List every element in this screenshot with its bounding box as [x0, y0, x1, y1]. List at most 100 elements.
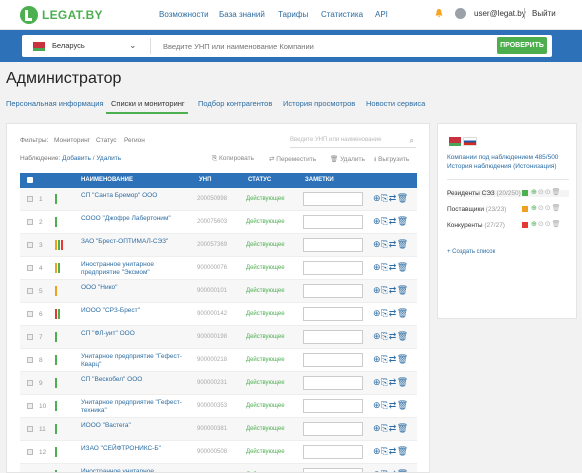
- row-checkbox[interactable]: [27, 357, 33, 363]
- nav-features[interactable]: Возможности: [159, 10, 209, 19]
- copy-icon[interactable]: ⎘: [381, 469, 389, 472]
- move-icon[interactable]: ⇄: [389, 193, 397, 203]
- download-icon[interactable]: ⊕: [531, 205, 538, 212]
- move-icon[interactable]: ⇄: [389, 423, 397, 433]
- list-name[interactable]: Резиденты СЭЗ: [447, 190, 495, 197]
- table-row[interactable]: 6 ИООО "СРЗ-Брест" 900000142 Действующее ⊕⎘⇄…: [20, 303, 417, 326]
- row-checkbox[interactable]: [27, 403, 33, 409]
- row-checkbox[interactable]: [27, 242, 33, 248]
- trash-icon[interactable]: 🗑: [397, 354, 409, 364]
- move-icon[interactable]: ⇄: [389, 262, 397, 272]
- row-checkbox[interactable]: [27, 426, 33, 432]
- table-row[interactable]: 11 ИООО "Вастега" 900000381 Действующее ⊕⎘⇄🗑: [20, 418, 417, 441]
- edit-icon[interactable]: ⊙: [545, 189, 552, 196]
- table-row[interactable]: 13Иностранное унитарное предприятие "Сап…: [20, 464, 417, 472]
- note-input[interactable]: [303, 307, 363, 321]
- bell-icon[interactable]: [434, 8, 444, 18]
- note-input[interactable]: [303, 422, 363, 436]
- copy-icon[interactable]: ⎘: [381, 239, 389, 249]
- row-checkbox[interactable]: [27, 311, 33, 317]
- download-icon[interactable]: ⊕: [531, 221, 538, 228]
- note-input[interactable]: [303, 468, 363, 472]
- copy-icon[interactable]: ⎘: [381, 377, 389, 387]
- tab-partner-search[interactable]: Подбор контрагентов: [198, 99, 272, 108]
- russia-flag-icon[interactable]: [463, 137, 477, 146]
- copy-icon[interactable]: ⎘: [381, 193, 389, 203]
- table-row[interactable]: 4 Иностранное унитарное предприятие "Эксм…: [20, 257, 417, 280]
- row-checkbox[interactable]: [27, 380, 33, 386]
- nav-knowledge-base[interactable]: База знаний: [219, 10, 265, 19]
- nav-tariffs[interactable]: Тарифы: [278, 10, 308, 19]
- watch-history-link[interactable]: История наблюдения (Истонизация): [447, 163, 557, 170]
- country-select[interactable]: Беларусь: [52, 41, 85, 50]
- copy-icon[interactable]: ⎘: [381, 423, 389, 433]
- move-icon[interactable]: ⇄: [389, 469, 397, 472]
- move-button[interactable]: ⇄ Переместить: [269, 155, 316, 163]
- company-name-link[interactable]: Унитарное предприятие "Гефест-Кварц": [81, 353, 185, 368]
- note-input[interactable]: [303, 330, 363, 344]
- company-name-link[interactable]: СП "ФЛ-уит" ООО: [81, 330, 185, 338]
- trash-icon[interactable]: 🗑: [397, 377, 409, 387]
- copy-icon[interactable]: ⎘: [381, 400, 389, 410]
- user-email[interactable]: user@legat.by: [474, 9, 526, 18]
- search-icon[interactable]: ⌕: [410, 136, 414, 146]
- monitor-icon[interactable]: ⊕: [373, 469, 381, 472]
- copy-icon[interactable]: ⎘: [381, 216, 389, 226]
- company-name-link[interactable]: Иностранное унитарное предприятие "Сапож…: [81, 468, 185, 472]
- filter-monitoring[interactable]: Мониторинг: [54, 137, 90, 144]
- table-row[interactable]: 12 ИЗАО "СЕЙФТРОНИКС-Б" 900000508 Действующ…: [20, 441, 417, 464]
- filter-region[interactable]: Регион: [124, 137, 145, 144]
- note-input[interactable]: [303, 353, 363, 367]
- monitoring-list-item[interactable]: Резиденты СЭЗ (20/250) ⊕⊙⊙🗑: [447, 189, 569, 197]
- monitor-icon[interactable]: ⊕: [373, 354, 381, 364]
- download-icon[interactable]: ⊕: [531, 189, 538, 196]
- copy-icon[interactable]: ⎘: [381, 308, 389, 318]
- trash-icon[interactable]: 🗑: [397, 216, 409, 226]
- move-icon[interactable]: ⇄: [389, 354, 397, 364]
- settings-icon[interactable]: ⊙: [538, 205, 545, 212]
- tab-personal-info[interactable]: Персональная информация: [6, 99, 104, 108]
- trash-icon[interactable]: 🗑: [397, 262, 409, 272]
- trash-icon[interactable]: 🗑: [397, 331, 409, 341]
- trash-icon[interactable]: 🗑: [397, 469, 409, 472]
- tab-service-news[interactable]: Новости сервиса: [366, 99, 425, 108]
- monitor-icon[interactable]: ⊕: [373, 308, 381, 318]
- company-name-link[interactable]: Унитарное предприятие "Гефест-техника": [81, 399, 185, 414]
- row-checkbox[interactable]: [27, 288, 33, 294]
- company-name-link[interactable]: СООО "Джофре Лабертоним": [81, 215, 185, 223]
- move-icon[interactable]: ⇄: [389, 331, 397, 341]
- avatar[interactable]: [455, 8, 466, 19]
- monitor-icon[interactable]: ⊕: [373, 377, 381, 387]
- table-row[interactable]: 1 СП "Санта Бремор" ООО 200050998 Действующ…: [20, 188, 417, 211]
- settings-icon[interactable]: ⊙: [538, 189, 545, 196]
- monitor-icon[interactable]: ⊕: [373, 400, 381, 410]
- row-checkbox[interactable]: [27, 449, 33, 455]
- table-row[interactable]: 2 СООО "Джофре Лабертоним" 200075603 Действ…: [20, 211, 417, 234]
- trash-icon[interactable]: 🗑: [397, 308, 409, 318]
- move-icon[interactable]: ⇄: [389, 308, 397, 318]
- note-input[interactable]: [303, 215, 363, 229]
- copy-icon[interactable]: ⎘: [381, 262, 389, 272]
- monitor-icon[interactable]: ⊕: [373, 285, 381, 295]
- move-icon[interactable]: ⇄: [389, 285, 397, 295]
- list-name[interactable]: Поставщики: [447, 206, 484, 213]
- observation-remove-link[interactable]: Удалить: [96, 155, 121, 162]
- copy-icon[interactable]: ⎘: [381, 285, 389, 295]
- copy-button[interactable]: ⎘ Копировать: [212, 155, 254, 163]
- list-name[interactable]: Конкуренты: [447, 222, 483, 229]
- trash-icon[interactable]: 🗑: [552, 221, 562, 228]
- table-row[interactable]: 10 Унитарное предприятие "Гефест-техника"…: [20, 395, 417, 418]
- monitor-icon[interactable]: ⊕: [373, 239, 381, 249]
- trash-icon[interactable]: 🗑: [552, 189, 562, 196]
- company-name-link[interactable]: СП "Санта Бремор" ООО: [81, 192, 185, 200]
- search-input[interactable]: [163, 38, 503, 54]
- company-name-link[interactable]: ООО "Нико": [81, 284, 185, 292]
- observation-add-link[interactable]: Добавить: [62, 155, 91, 162]
- trash-icon[interactable]: 🗑: [397, 446, 409, 456]
- note-input[interactable]: [303, 399, 363, 413]
- table-row[interactable]: 8 Унитарное предприятие "Гефест-Кварц" 900…: [20, 349, 417, 372]
- trash-icon[interactable]: 🗑: [397, 285, 409, 295]
- row-checkbox[interactable]: [27, 196, 33, 202]
- table-row[interactable]: 7 СП "ФЛ-уит" ООО 900000198 Действующее ⊕⎘⇄🗑: [20, 326, 417, 349]
- edit-icon[interactable]: ⊙: [545, 221, 552, 228]
